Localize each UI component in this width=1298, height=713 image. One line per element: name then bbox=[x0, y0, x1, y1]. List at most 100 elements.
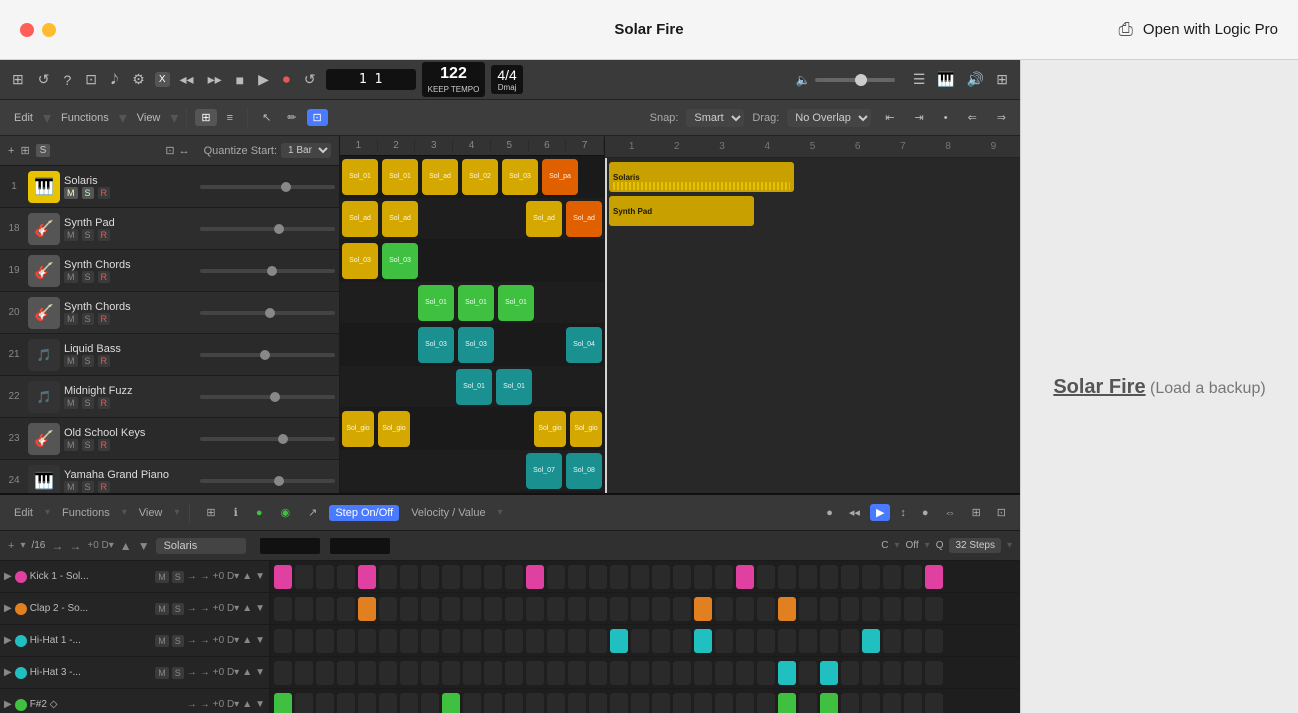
drag-btn-1[interactable]: ⇤ bbox=[879, 109, 900, 126]
fast-rewind-btn[interactable]: ◂◂ bbox=[176, 69, 198, 90]
list-view-btn[interactable]: ☰ bbox=[909, 69, 930, 90]
mute-btn-20[interactable]: M bbox=[64, 313, 78, 325]
step-cell[interactable] bbox=[589, 565, 607, 589]
step-cell[interactable] bbox=[883, 597, 901, 621]
step-cell[interactable] bbox=[400, 565, 418, 589]
seq-expand-kick[interactable]: ▶ bbox=[4, 571, 12, 582]
pattern-block[interactable]: Sol_gio bbox=[534, 411, 566, 447]
step-cell[interactable] bbox=[715, 629, 733, 653]
seq-add-btn[interactable]: + bbox=[8, 540, 14, 552]
open-with-logic-button[interactable]: Open with Logic Pro bbox=[1143, 21, 1278, 38]
step-cell[interactable] bbox=[883, 565, 901, 589]
functions-menu-btn[interactable]: Functions bbox=[55, 110, 115, 126]
solo-btn-22[interactable]: S bbox=[82, 397, 94, 409]
solo-btn-24[interactable]: S bbox=[82, 481, 94, 493]
step-cell[interactable] bbox=[400, 693, 418, 713]
step-cell[interactable] bbox=[904, 661, 922, 685]
step-cell[interactable] bbox=[631, 565, 649, 589]
step-cell[interactable] bbox=[778, 597, 796, 621]
list-view-btn-2[interactable]: ≡ bbox=[221, 110, 239, 126]
seq-up-f2[interactable]: ▲ bbox=[242, 699, 252, 710]
pattern-block[interactable]: Sol_ad bbox=[342, 201, 378, 237]
step-cell[interactable] bbox=[925, 629, 943, 653]
play-btn[interactable]: ▶ bbox=[254, 69, 273, 90]
step-cell[interactable] bbox=[589, 597, 607, 621]
step-cell[interactable] bbox=[421, 565, 439, 589]
step-cell[interactable] bbox=[484, 597, 502, 621]
step-cell[interactable] bbox=[274, 629, 292, 653]
pattern-block[interactable]: Sol_01 bbox=[458, 285, 494, 321]
step-cell[interactable] bbox=[673, 565, 691, 589]
step-cell[interactable] bbox=[295, 597, 313, 621]
step-cell[interactable] bbox=[799, 565, 817, 589]
step-cell[interactable] bbox=[589, 693, 607, 713]
step-cell[interactable] bbox=[547, 597, 565, 621]
pointer-tool[interactable]: ↖ bbox=[256, 109, 277, 126]
step-cell[interactable] bbox=[358, 597, 376, 621]
solo-btn-18[interactable]: S bbox=[82, 229, 94, 241]
step-cell[interactable] bbox=[295, 565, 313, 589]
tool-button-2[interactable]: ↺ bbox=[34, 69, 54, 90]
step-cell[interactable] bbox=[799, 693, 817, 713]
step-cell[interactable] bbox=[715, 693, 733, 713]
seq-up-hh3[interactable]: ▲ bbox=[242, 667, 252, 678]
bottom-grid2-btn[interactable]: ⊡ bbox=[991, 504, 1012, 521]
drag-select[interactable]: No Overlap bbox=[787, 109, 871, 127]
load-backup-link[interactable]: (Load a backup) bbox=[1150, 380, 1266, 397]
step-cell[interactable] bbox=[925, 565, 943, 589]
speaker-btn[interactable]: 🔊 bbox=[963, 69, 988, 90]
step-cell[interactable] bbox=[778, 693, 796, 713]
seq-arrow-right[interactable]: → bbox=[51, 539, 63, 553]
mute-btn-21[interactable]: M bbox=[64, 355, 78, 367]
volume-slider-21[interactable] bbox=[200, 353, 336, 357]
step-cell[interactable] bbox=[673, 597, 691, 621]
solo-btn-23[interactable]: S bbox=[82, 439, 94, 451]
bottom-icon2[interactable]: ℹ bbox=[228, 504, 244, 521]
volume-slider-20[interactable] bbox=[200, 311, 336, 315]
fast-forward-btn[interactable]: ▸▸ bbox=[204, 69, 226, 90]
volume-slider-18[interactable] bbox=[200, 227, 336, 231]
overview-synth-pad-block[interactable]: Synth Pad bbox=[609, 196, 754, 226]
add-track-btn[interactable]: + bbox=[8, 145, 14, 157]
step-cell[interactable] bbox=[358, 661, 376, 685]
step-cell[interactable] bbox=[295, 693, 313, 713]
step-cell[interactable] bbox=[757, 661, 775, 685]
minimize-button[interactable] bbox=[42, 23, 56, 37]
seq-expand-hh1[interactable]: ▶ bbox=[4, 635, 12, 646]
volume-slider-23[interactable] bbox=[200, 437, 336, 441]
volume-slider-1[interactable] bbox=[200, 185, 336, 189]
step-cell[interactable] bbox=[904, 693, 922, 713]
step-cell[interactable] bbox=[652, 597, 670, 621]
pattern-block[interactable]: Sol_gio bbox=[570, 411, 602, 447]
rec-btn-23[interactable]: R bbox=[98, 439, 111, 451]
step-cell[interactable] bbox=[463, 661, 481, 685]
step-cell[interactable] bbox=[862, 661, 880, 685]
rec-btn-18[interactable]: R bbox=[98, 229, 111, 241]
step-cell[interactable] bbox=[526, 693, 544, 713]
pattern-block[interactable]: Sol_03 bbox=[502, 159, 538, 195]
record-btn[interactable]: ⏺ bbox=[279, 69, 294, 90]
step-cell[interactable] bbox=[484, 565, 502, 589]
cycle-btn[interactable]: ↺ bbox=[300, 69, 320, 90]
pattern-block[interactable]: Sol_03 bbox=[418, 327, 454, 363]
share-icon[interactable]: ⎙ bbox=[1119, 19, 1133, 40]
rec-btn-21[interactable]: R bbox=[98, 355, 111, 367]
step-cell[interactable] bbox=[568, 693, 586, 713]
pattern-block[interactable]: Sol_03 bbox=[342, 243, 378, 279]
step-cell[interactable] bbox=[421, 629, 439, 653]
step-cell[interactable] bbox=[799, 629, 817, 653]
seq-expand-hh3[interactable]: ▶ bbox=[4, 667, 12, 678]
bottom-play-btn[interactable]: ● bbox=[820, 505, 839, 521]
bottom-functions-btn[interactable]: Functions bbox=[56, 505, 116, 521]
step-cell[interactable] bbox=[652, 565, 670, 589]
step-cell[interactable] bbox=[442, 693, 460, 713]
step-cell[interactable] bbox=[316, 661, 334, 685]
step-cell[interactable] bbox=[568, 597, 586, 621]
step-cell[interactable] bbox=[442, 597, 460, 621]
volume-slider[interactable] bbox=[815, 78, 895, 82]
step-cell[interactable] bbox=[505, 693, 523, 713]
step-cell[interactable] bbox=[862, 597, 880, 621]
step-cell[interactable] bbox=[295, 661, 313, 685]
rec-btn-22[interactable]: R bbox=[98, 397, 111, 409]
step-cell[interactable] bbox=[400, 597, 418, 621]
